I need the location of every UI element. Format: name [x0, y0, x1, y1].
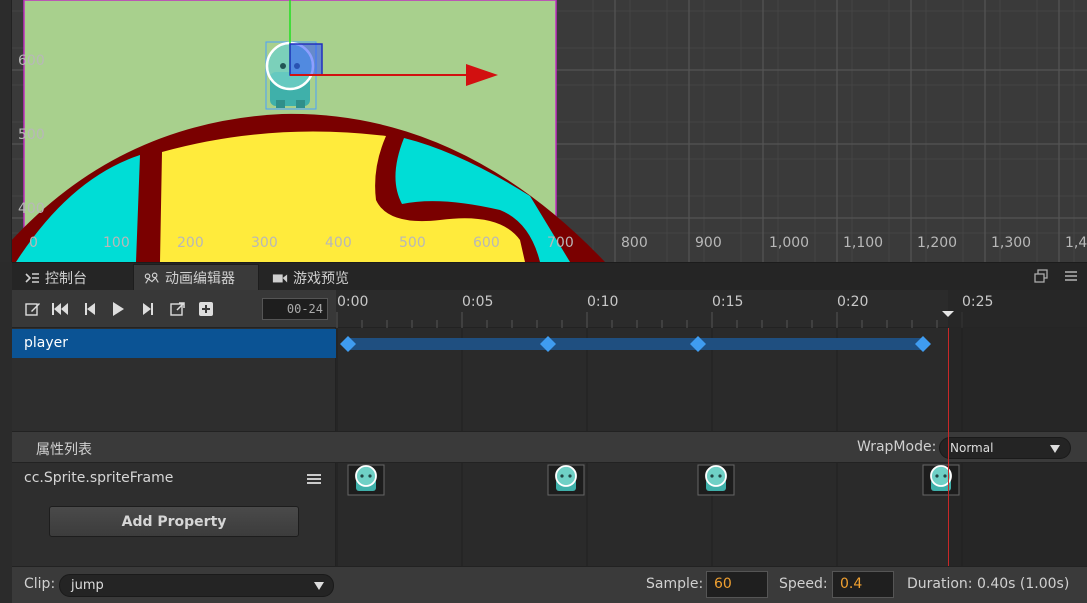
- speed-label: Speed:: [779, 576, 828, 592]
- clip-label: Clip:: [24, 576, 56, 592]
- ruler-x-label: 500: [399, 235, 426, 251]
- ruler-x-label: 700: [547, 235, 574, 251]
- timeline-ruler[interactable]: 0:00 0:05 0:10 0:15 0:20 0:25: [336, 290, 1087, 328]
- frame-input[interactable]: 00-24: [262, 298, 328, 320]
- playhead-line[interactable]: [948, 328, 949, 566]
- ruler-x-label: 1,000: [769, 235, 809, 251]
- wrapmode-value: Normal: [950, 441, 994, 455]
- jump-to-icon: [170, 302, 185, 316]
- property-list: cc.Sprite.spriteFrame Add Property: [12, 463, 336, 566]
- node-keyframes[interactable]: [336, 328, 1087, 431]
- ruler-x-label: 400: [325, 235, 352, 251]
- property-list-title: 属性列表: [36, 442, 92, 458]
- ruler-x-label: 300: [251, 235, 278, 251]
- prev-frame-button[interactable]: [81, 300, 99, 318]
- time-label: 0:00: [337, 294, 369, 310]
- time-label: 0:15: [712, 294, 744, 310]
- panel-menu-icon[interactable]: [1064, 269, 1078, 283]
- duration-text: Duration: 0.40s (1.00s): [907, 576, 1070, 592]
- sprite-keyframes[interactable]: [336, 463, 1087, 566]
- play-icon: [113, 302, 124, 316]
- tab-animation-editor[interactable]: 动画编辑器: [133, 264, 259, 291]
- tab-console[interactable]: 控制台: [14, 264, 97, 291]
- speed-input[interactable]: 0.4: [832, 571, 894, 598]
- add-event-button[interactable]: [197, 300, 215, 318]
- keyframe-diamond[interactable]: [340, 336, 356, 352]
- ruler-y-label: 400: [18, 201, 45, 217]
- node-track[interactable]: [336, 328, 1087, 431]
- keyframe-diamond[interactable]: [690, 336, 706, 352]
- ruler-x-label: 1,100: [843, 235, 883, 251]
- time-label: 0:10: [587, 294, 619, 310]
- time-label: 0:20: [837, 294, 869, 310]
- wrapmode-select[interactable]: Normal: [939, 437, 1071, 459]
- tab-game-preview[interactable]: 游戏预览: [262, 264, 359, 291]
- ruler-x-label: 900: [695, 235, 722, 251]
- wrapmode-label: WrapMode:: [857, 439, 937, 455]
- property-track[interactable]: [336, 463, 1087, 566]
- ruler-x-label: 0: [29, 235, 38, 251]
- sprite-frame-thumbnail[interactable]: [922, 464, 960, 496]
- ruler-x-label: 1,300: [991, 235, 1031, 251]
- sample-input[interactable]: 60: [706, 571, 768, 598]
- property-item-spriteframe[interactable]: cc.Sprite.spriteFrame: [24, 470, 173, 486]
- tab-label: 控制台: [45, 270, 87, 287]
- edit-button[interactable]: [24, 300, 42, 318]
- sample-label: Sample:: [646, 576, 704, 592]
- edit-icon: [25, 303, 40, 316]
- ruler-x-label: 100: [103, 235, 130, 251]
- popout-icon[interactable]: [1034, 269, 1048, 283]
- node-item-player[interactable]: player: [12, 329, 336, 358]
- console-icon: [25, 272, 39, 283]
- ruler-x-label: 1,200: [917, 235, 957, 251]
- add-property-button[interactable]: Add Property: [49, 506, 299, 537]
- clip-value: jump: [71, 578, 104, 593]
- next-frame-button[interactable]: [139, 300, 157, 318]
- next-frame-icon: [143, 303, 153, 315]
- add-event-icon: [199, 302, 213, 316]
- node-list: player: [12, 328, 336, 431]
- time-label: 0:25: [962, 294, 994, 310]
- ruler-y-label: 600: [18, 53, 45, 69]
- sprite-frame-thumbnail[interactable]: [347, 464, 385, 496]
- scene-canvas[interactable]: 0 100 200 300 400 500 600 700 800 900 1,…: [0, 0, 1087, 262]
- chevron-down-icon: [1050, 445, 1060, 453]
- property-list-header: 属性列表 WrapMode: Normal: [12, 431, 1087, 463]
- play-button[interactable]: [109, 300, 127, 318]
- ruler-x-label: 1,4: [1065, 235, 1087, 251]
- ruler-x-label: 800: [621, 235, 648, 251]
- time-label: 0:05: [462, 294, 494, 310]
- ruler-x: 0 100 200 300 400 500 600 700 800 900 1,…: [29, 235, 1087, 251]
- animation-toolbar: 00-24: [12, 290, 336, 328]
- jump-first-icon: [52, 303, 68, 315]
- animation-icon: [144, 272, 159, 284]
- animation-editor: 00-24 0:00 0:05 0:10 0:15 0:20 0:25 play…: [12, 290, 1087, 603]
- ruler-y-label: 500: [18, 127, 45, 143]
- sprite-frame-thumbnail[interactable]: [547, 464, 585, 496]
- tab-label: 动画编辑器: [165, 271, 235, 287]
- keyframe-diamond[interactable]: [540, 336, 556, 352]
- hamburger-menu-icon[interactable]: [307, 473, 321, 485]
- prev-frame-icon: [85, 303, 95, 315]
- scene-left-strip: [0, 0, 12, 262]
- ruler-x-label: 200: [177, 235, 204, 251]
- clip-select[interactable]: jump: [59, 574, 334, 597]
- camera-icon: [272, 273, 288, 282]
- jump-to-button[interactable]: [169, 300, 187, 318]
- tab-label: 游戏预览: [293, 270, 349, 287]
- animation-footer: Clip: jump Sample: 60 Speed: 0.4 Duratio…: [12, 566, 1087, 603]
- chevron-down-icon: [314, 582, 324, 590]
- ruler-x-label: 600: [473, 235, 500, 251]
- panel-tabbar: 控制台 动画编辑器 游戏预览: [12, 262, 1087, 291]
- scene-view[interactable]: 0 100 200 300 400 500 600 700 800 900 1,…: [0, 0, 1087, 262]
- sprite-frame-thumbnail[interactable]: [697, 464, 735, 496]
- jump-first-button[interactable]: [51, 300, 69, 318]
- keyframe-diamond[interactable]: [915, 336, 931, 352]
